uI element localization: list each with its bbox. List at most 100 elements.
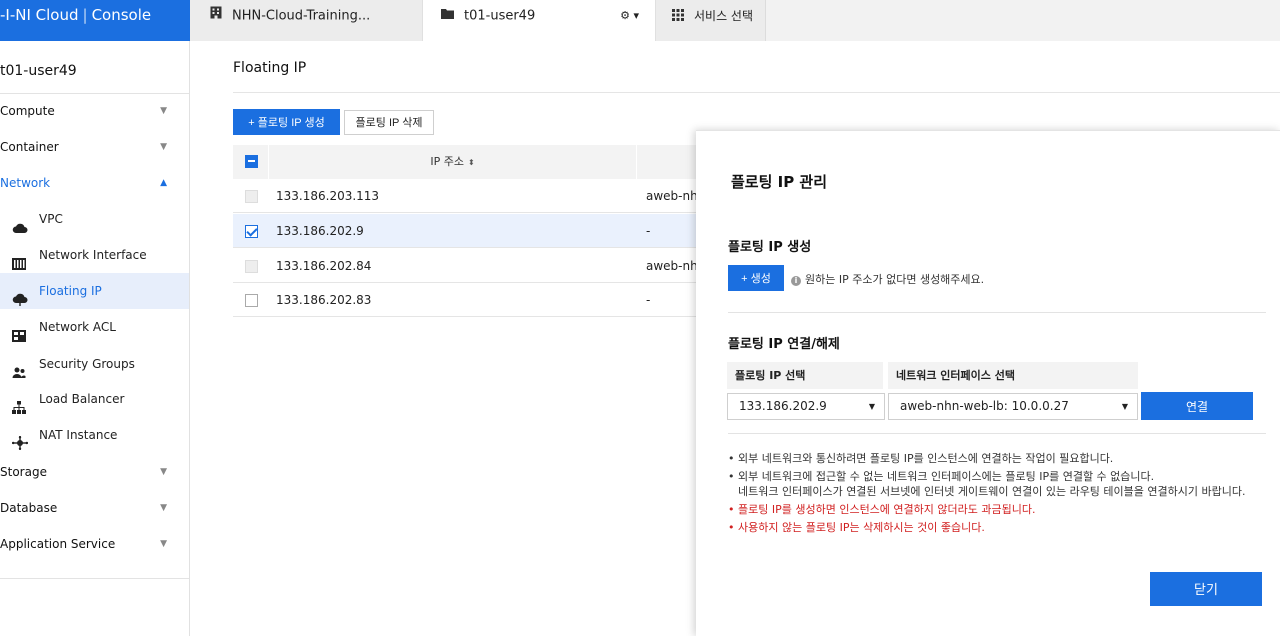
- acl-icon: [12, 320, 28, 342]
- notice-list: 외부 네트워크와 통신하려면 플로팅 IP를 인스턴스에 연결하는 작업이 필요…: [728, 451, 1268, 538]
- section-divider: [728, 312, 1266, 313]
- interface-select-header: 네트워크 인터페이스 선택: [888, 362, 1138, 389]
- sidebar-group-network[interactable]: Network ▲: [0, 165, 189, 201]
- sidebar-group-label: Network: [0, 176, 51, 190]
- table-row[interactable]: 133.186.202.84 aweb-nhn: [233, 249, 705, 283]
- sidebar-item-label: Network Interface: [39, 248, 147, 262]
- sidebar-group-label: Database: [0, 501, 58, 515]
- sort-icon: ⬍: [467, 158, 475, 167]
- folder-icon: [441, 0, 454, 32]
- sidebar-group-database[interactable]: Database ▼: [0, 490, 189, 526]
- chevron-down-icon: ▼: [160, 539, 167, 549]
- sidebar-item-label: Security Groups: [39, 357, 135, 371]
- nat-icon: [12, 428, 28, 450]
- brand-product: Console: [91, 6, 152, 24]
- sidebar-divider: [0, 578, 189, 579]
- sidebar-item-label: VPC: [39, 212, 63, 226]
- sidebar-group-compute[interactable]: Compute ▼: [0, 93, 189, 129]
- modal-title: 플로팅 IP 관리: [731, 173, 828, 191]
- column-header-ip[interactable]: IP 주소 ⬍: [268, 145, 637, 179]
- sidebar-item-load-balancer[interactable]: Load Balancer: [0, 381, 189, 417]
- create-info-text: i 원하는 IP 주소가 없다면 생성해주세요.: [791, 271, 984, 287]
- chevron-down-icon: ▼: [160, 503, 167, 513]
- floating-ip-select-value: 133.186.202.9: [739, 399, 827, 413]
- cell-interface: -: [646, 224, 651, 238]
- create-floating-ip-button[interactable]: + 플로팅 IP 생성: [233, 109, 340, 135]
- floating-ip-manage-panel: 플로팅 IP 관리 플로팅 IP 생성 + 생성 i 원하는 IP 주소가 없다면…: [696, 130, 1280, 636]
- sitemap-icon: [12, 392, 28, 414]
- sidebar-item-label: Network ACL: [39, 320, 116, 334]
- title-divider: [233, 92, 1280, 93]
- tab-organization[interactable]: NHN-Cloud-Training...: [190, 0, 423, 41]
- sidebar-group-label: Application Service: [0, 537, 116, 551]
- sidebar-group-label: Storage: [0, 465, 47, 479]
- tab-service-select[interactable]: 서비스 선택: [655, 0, 766, 41]
- connect-button[interactable]: 연결: [1141, 392, 1253, 420]
- sidebar-item-security-groups[interactable]: Security Groups: [0, 346, 189, 382]
- users-icon: [12, 357, 28, 378]
- floating-ip-select[interactable]: 133.186.202.9 ▼: [727, 393, 885, 420]
- tab-organization-label: NHN-Cloud-Training...: [232, 8, 371, 24]
- chevron-down-icon: ▼: [868, 402, 875, 411]
- cell-ip: 133.186.203.113: [276, 189, 380, 203]
- chevron-down-icon: ▼: [160, 142, 167, 152]
- sidebar-group-storage[interactable]: Storage ▼: [0, 454, 189, 490]
- notice-item: 외부 네트워크에 접근할 수 없는 네트워크 인터페이스에는 플로팅 IP를 연…: [728, 469, 1268, 484]
- notice-item-warning: 사용하지 않는 플로팅 IP는 삭제하시는 것이 좋습니다.: [728, 520, 1268, 535]
- sidebar-item-network-acl[interactable]: Network ACL: [0, 309, 189, 345]
- cloud-upload-icon: [12, 284, 28, 306]
- row-checkbox: [245, 190, 258, 203]
- sidebar-group-container[interactable]: Container ▼: [0, 129, 189, 165]
- sidebar-item-vpc[interactable]: VPC: [0, 201, 189, 237]
- connect-section-heading: 플로팅 IP 연결/해제: [728, 337, 840, 352]
- sidebar-group-label: Container: [0, 140, 59, 154]
- table-row[interactable]: 133.186.203.113 aweb-nhn: [233, 179, 705, 213]
- section-divider: [728, 433, 1266, 434]
- top-bar: -I-NI Cloud | Console NHN-Cloud-Training..…: [0, 0, 1280, 41]
- table-row[interactable]: 133.186.202.83 -: [233, 283, 703, 317]
- network-card-icon: [12, 248, 28, 270]
- chevron-down-icon: ▼: [160, 106, 167, 116]
- tab-project[interactable]: t01-user49 ⚙ ▾: [423, 0, 655, 41]
- sidebar-item-nat-instance[interactable]: NAT Instance: [0, 417, 189, 453]
- brand-separator: |: [82, 6, 88, 24]
- info-icon: i: [791, 276, 801, 286]
- chevron-down-icon: ▼: [1121, 402, 1128, 411]
- close-button[interactable]: 닫기: [1150, 572, 1262, 606]
- sidebar-group-label: Compute: [0, 104, 55, 118]
- project-settings-dropdown[interactable]: ⚙ ▾: [620, 0, 639, 32]
- sidebar-item-network-interface[interactable]: Network Interface: [0, 237, 189, 273]
- table-row[interactable]: 133.186.202.9 -: [233, 214, 703, 248]
- interface-select-value: aweb-nhn-web-lb: 10.0.0.27: [900, 399, 1069, 413]
- brand-logo[interactable]: -I-NI Cloud | Console: [0, 0, 190, 41]
- cloud-icon: [12, 212, 28, 233]
- sidebar-item-floating-ip[interactable]: Floating IP: [0, 273, 189, 309]
- sidebar-item-label: Load Balancer: [39, 392, 125, 406]
- column-header-ip-label: IP 주소: [430, 155, 464, 168]
- chevron-down-icon: ▼: [160, 467, 167, 477]
- cell-interface: -: [646, 293, 651, 307]
- create-info-label: 원하는 IP 주소가 없다면 생성해주세요.: [805, 273, 985, 286]
- building-icon: [210, 0, 222, 32]
- sidebar-item-label: NAT Instance: [39, 428, 118, 442]
- cell-ip: 133.186.202.84: [276, 259, 372, 273]
- delete-floating-ip-button[interactable]: 플로팅 IP 삭제: [344, 110, 434, 135]
- notice-item: 외부 네트워크와 통신하려면 플로팅 IP를 인스턴스에 연결하는 작업이 필요…: [728, 451, 1268, 466]
- tab-project-label: t01-user49: [464, 8, 536, 24]
- sidebar: t01-user49 Compute ▼ Container ▼ Network…: [0, 41, 190, 636]
- grid-icon: [672, 1, 684, 33]
- notice-item-warning: 플로팅 IP를 생성하면 인스턴스에 연결하지 않더라도 과금됩니다.: [728, 502, 1268, 517]
- cell-ip: 133.186.202.9: [276, 224, 364, 238]
- chevron-up-icon: ▲: [160, 178, 167, 188]
- sidebar-project-name: t01-user49: [0, 63, 77, 79]
- notice-item-continued: 네트워크 인터페이스가 연결된 서브넷에 인터넷 게이트웨이 연결이 있는 라우…: [738, 485, 1246, 498]
- select-all-checkbox[interactable]: [245, 155, 258, 168]
- row-checkbox[interactable]: [245, 225, 258, 238]
- modal-create-button[interactable]: + 생성: [728, 265, 784, 291]
- cell-ip: 133.186.202.83: [276, 293, 372, 307]
- row-checkbox[interactable]: [245, 294, 258, 307]
- interface-select[interactable]: aweb-nhn-web-lb: 10.0.0.27 ▼: [888, 393, 1138, 420]
- sidebar-group-application-service[interactable]: Application Service ▼: [0, 526, 189, 562]
- page-title: Floating IP: [233, 60, 307, 76]
- sidebar-item-label: Floating IP: [39, 284, 102, 298]
